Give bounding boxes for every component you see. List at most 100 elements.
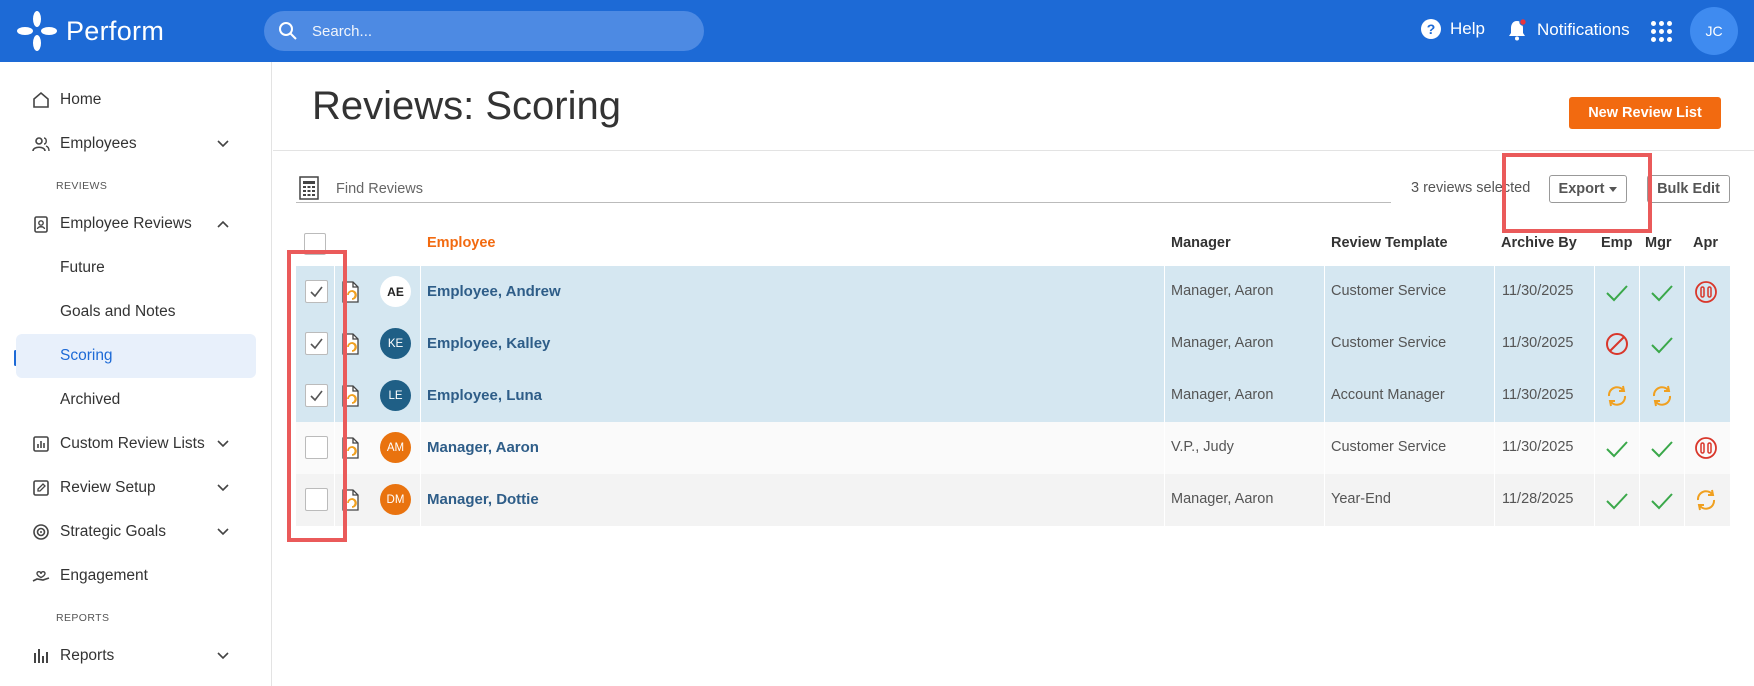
- table-row[interactable]: DM Manager, Dottie Manager, Aaron Year-E…: [296, 474, 1730, 526]
- apps-grid-icon[interactable]: [1651, 21, 1672, 42]
- manager-cell: Manager, Aaron: [1171, 283, 1274, 299]
- sidebar-item-archived[interactable]: Archived: [16, 378, 256, 422]
- sidebar-item-reports[interactable]: Reports: [16, 634, 256, 678]
- avatar: KE: [380, 328, 411, 359]
- paused-icon[interactable]: [1694, 280, 1718, 304]
- archive-date-cell: 11/30/2025: [1502, 335, 1574, 351]
- sidebar-item-scoring[interactable]: Scoring: [16, 334, 256, 378]
- column-header-employee[interactable]: Employee: [427, 235, 496, 251]
- sidebar-item-strategic-goals[interactable]: Strategic Goals: [16, 510, 256, 554]
- sidebar-item-label: Future: [60, 259, 105, 276]
- sidebar-item-label: Goals and Notes: [60, 303, 176, 320]
- section-label-reports: REPORTS: [56, 612, 110, 624]
- table-row[interactable]: KE Employee, Kalley Manager, Aaron Custo…: [296, 318, 1730, 370]
- employee-link[interactable]: Manager, Aaron: [427, 439, 539, 456]
- chart-list-icon: [33, 436, 49, 452]
- check-icon[interactable]: [1650, 436, 1674, 460]
- notifications-label: Notifications: [1537, 20, 1630, 39]
- people-icon: [32, 137, 50, 152]
- template-cell: Customer Service: [1331, 335, 1447, 351]
- search-input[interactable]: [312, 22, 672, 40]
- find-reviews-input[interactable]: [296, 176, 1391, 203]
- user-avatar[interactable]: JC: [1690, 7, 1738, 55]
- chevron-down-icon: [217, 140, 229, 148]
- chevron-down-icon: [217, 652, 229, 660]
- employee-link[interactable]: Employee, Kalley: [427, 335, 550, 352]
- highlight-box-export: [1502, 153, 1652, 233]
- sidebar-item-label: Home: [60, 91, 102, 108]
- check-icon[interactable]: [1605, 280, 1629, 304]
- sidebar-item-label: Archived: [60, 391, 121, 408]
- sidebar-item-review-setup[interactable]: Review Setup: [16, 466, 256, 510]
- bar-chart-icon: [34, 649, 48, 663]
- highlight-box-checkboxes: [287, 250, 347, 542]
- home-icon: [33, 91, 49, 108]
- sidebar-item-home[interactable]: Home: [16, 78, 256, 122]
- sidebar-item-future[interactable]: Future: [16, 246, 256, 290]
- sidebar-item-label: Employee Reviews: [60, 215, 192, 232]
- avatar: LE: [380, 380, 411, 411]
- sidebar-item-employees[interactable]: Employees: [16, 122, 256, 166]
- template-cell: Customer Service: [1331, 439, 1447, 455]
- global-search[interactable]: [264, 11, 704, 51]
- check-icon[interactable]: [1650, 332, 1674, 356]
- in-progress-icon[interactable]: [1650, 384, 1674, 408]
- in-progress-icon[interactable]: [1605, 384, 1629, 408]
- target-icon: [33, 524, 49, 540]
- header-divider: [273, 150, 1754, 151]
- sidebar-item-engagement[interactable]: Engagement: [16, 554, 256, 598]
- employee-link[interactable]: Employee, Andrew: [427, 283, 561, 300]
- column-header-review-template[interactable]: Review Template: [1331, 235, 1448, 251]
- check-icon[interactable]: [1605, 436, 1629, 460]
- sidebar-item-goals-and-notes[interactable]: Goals and Notes: [16, 290, 256, 334]
- table-row[interactable]: AM Manager, Aaron V.P., Judy Customer Se…: [296, 422, 1730, 474]
- top-bar: Perform ? Help Notifications JC: [0, 0, 1754, 62]
- archive-date-cell: 11/30/2025: [1502, 439, 1574, 455]
- manager-cell: Manager, Aaron: [1171, 335, 1274, 351]
- check-icon[interactable]: [1650, 280, 1674, 304]
- table-row[interactable]: LE Employee, Luna Manager, Aaron Account…: [296, 370, 1730, 422]
- in-progress-icon[interactable]: [1694, 488, 1718, 512]
- manager-cell: Manager, Aaron: [1171, 491, 1274, 507]
- check-icon[interactable]: [1605, 488, 1629, 512]
- manager-cell: V.P., Judy: [1171, 439, 1234, 455]
- spreadsheet-icon[interactable]: [298, 176, 320, 200]
- search-icon: [279, 22, 297, 40]
- column-header-apr[interactable]: Apr: [1693, 235, 1718, 251]
- paused-icon[interactable]: [1694, 436, 1718, 460]
- sidebar: Home Employees REVIEWS Employee Reviews …: [0, 62, 272, 686]
- logo-icon: [17, 11, 57, 51]
- brand-name: Perform: [66, 15, 165, 46]
- sidebar-item-custom-review-lists[interactable]: Custom Review Lists: [16, 422, 256, 466]
- avatar: DM: [380, 484, 411, 515]
- sidebar-item-label: Scoring: [60, 347, 113, 364]
- column-header-mgr[interactable]: Mgr: [1645, 235, 1672, 251]
- sidebar-item-employee-reviews[interactable]: Employee Reviews: [16, 202, 256, 246]
- new-review-list-button[interactable]: New Review List: [1569, 97, 1721, 129]
- archive-date-cell: 11/30/2025: [1502, 387, 1574, 403]
- page-title: Reviews: Scoring: [312, 84, 622, 128]
- sidebar-item-label: Engagement: [60, 567, 148, 584]
- brand-logo[interactable]: Perform: [16, 8, 164, 54]
- help-link[interactable]: ? Help: [1420, 18, 1485, 40]
- check-icon[interactable]: [1650, 488, 1674, 512]
- table-row[interactable]: AE Employee, Andrew Manager, Aaron Custo…: [296, 266, 1730, 318]
- employee-link[interactable]: Manager, Dottie: [427, 491, 539, 508]
- sidebar-item-label: Reports: [60, 647, 115, 664]
- bulk-edit-button[interactable]: Bulk Edit: [1647, 175, 1730, 203]
- column-header-archive-by[interactable]: Archive By: [1501, 235, 1577, 251]
- employee-link[interactable]: Employee, Luna: [427, 387, 542, 404]
- chevron-down-icon: [217, 484, 229, 492]
- manager-cell: Manager, Aaron: [1171, 387, 1274, 403]
- chevron-down-icon: [217, 440, 229, 448]
- template-cell: Account Manager: [1331, 387, 1445, 403]
- sidebar-item-label: Review Setup: [60, 479, 156, 496]
- column-header-manager[interactable]: Manager: [1171, 235, 1231, 251]
- template-cell: Customer Service: [1331, 283, 1447, 299]
- notifications-link[interactable]: Notifications: [1505, 18, 1630, 42]
- avatar: AM: [380, 432, 411, 463]
- section-label-reviews: REVIEWS: [56, 180, 108, 192]
- blocked-icon[interactable]: [1605, 332, 1629, 356]
- column-header-emp[interactable]: Emp: [1601, 235, 1632, 251]
- chevron-up-icon: [217, 220, 229, 228]
